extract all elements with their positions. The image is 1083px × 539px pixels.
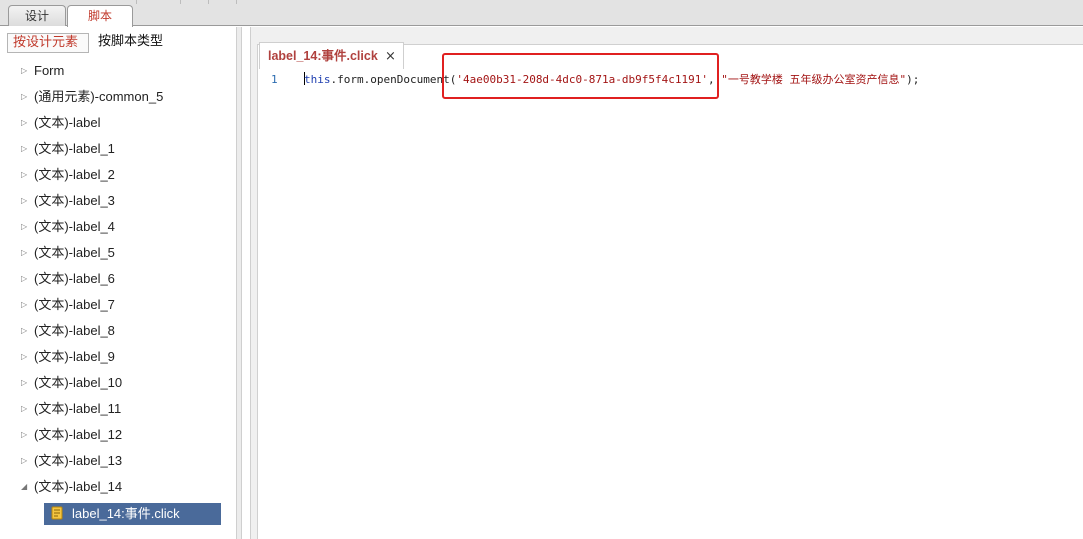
tree-node[interactable]: ▷ (文本)-label_5 [0,243,235,263]
expand-arrow-icon[interactable]: ▷ [21,113,27,133]
expand-arrow-icon[interactable]: ▷ [21,269,27,289]
code-line[interactable]: 1 this.form.openDocument('4ae00b31-208d-… [250,71,1083,89]
tab-by-script-type[interactable]: 按脚本类型 [98,33,163,53]
code-editor-surface[interactable] [257,44,1083,539]
tree-node-label: (文本)-label_4 [34,219,115,234]
tree-node[interactable]: ▷ (文本)-label_2 [0,165,235,185]
expand-arrow-icon[interactable]: ▷ [21,191,27,211]
tree-node-label: (文本)-label_7 [34,297,115,312]
tree-node-label: (文本)-label_14 [34,479,123,494]
tree-node-label: (文本)-label_2 [34,167,115,182]
editor-file-tab-label: label_14:事件.click [268,49,378,63]
expand-arrow-icon[interactable]: ▷ [21,243,27,263]
close-icon[interactable]: × [385,43,396,70]
script-scroll-icon [51,506,63,520]
tab-script[interactable]: 脚本 [67,5,133,27]
tree-node[interactable]: ▷ (文本)-label_11 [0,399,235,419]
tree-node[interactable]: ▷ (文本)-label_12 [0,425,235,445]
code-string-doc-id: '4ae00b31-208d-4dc0-871a-db9f5f4c1191' [456,73,709,86]
tree-node-label: (文本)-label_12 [34,427,123,442]
tree-node[interactable]: ▷ (文本)-label_8 [0,321,235,341]
expand-arrow-icon[interactable]: ▷ [21,61,27,81]
tree-node-label: (文本)-label_10 [34,375,123,390]
code-editor-area: label_14:事件.click × [250,27,1083,539]
tree-node[interactable]: ▷ Form [0,61,235,81]
line-number: 1 [271,73,278,86]
expand-arrow-icon[interactable]: ▷ [21,399,27,419]
tree-node[interactable]: ▷ (文本)-label_13 [0,451,235,471]
tree-node[interactable]: ▷ (文本)-label_4 [0,217,235,237]
expand-arrow-icon[interactable]: ▷ [21,295,27,315]
tree-node-label: (文本)-label_9 [34,349,115,364]
tree-node[interactable]: ▷ (通用元素)-common_5 [0,87,235,107]
collapse-arrow-icon[interactable]: ◢ [21,477,27,497]
divider [208,0,209,4]
expand-arrow-icon[interactable]: ▷ [21,347,27,367]
code-end: ); [906,73,920,86]
tree-node-selected-script[interactable]: label_14:事件.click [44,503,221,525]
code-comma: , [708,73,722,86]
editor-file-tab[interactable]: label_14:事件.click × [259,42,404,69]
code-text[interactable]: this.form.openDocument('4ae00b31-208d-4d… [304,71,919,89]
expand-arrow-icon[interactable]: ▷ [21,165,27,185]
code-string-title: "一号教学楼 五年级办公室资产信息" [721,73,907,86]
tree-node-expanded[interactable]: ◢ (文本)-label_14 [0,477,235,497]
tree-node[interactable]: ▷ (文本)-label_6 [0,269,235,289]
tree-node[interactable]: ▷ (文本)-label_7 [0,295,235,315]
tree-node[interactable]: ▷ (文本)-label_9 [0,347,235,367]
expand-arrow-icon[interactable]: ▷ [21,373,27,393]
tree-node-label: (文本)-label_13 [34,453,123,468]
tree-node[interactable]: ▷ (文本)-label [0,113,235,133]
expand-arrow-icon[interactable]: ▷ [21,425,27,445]
code-member: .form.openDocument( [330,73,457,86]
tree-node-label: (文本)-label_6 [34,271,115,286]
tree-node[interactable]: ▷ (文本)-label_10 [0,373,235,393]
code-keyword: this [304,73,331,86]
tree-node[interactable]: ▷ (文本)-label_1 [0,139,235,159]
divider [180,0,181,4]
tree-node[interactable]: ▷ (文本)-label_3 [0,191,235,211]
panel-splitter[interactable] [236,27,242,539]
expand-arrow-icon[interactable]: ▷ [21,451,27,471]
expand-arrow-icon[interactable]: ▷ [21,217,27,237]
tree-node-label: (文本)-label_8 [34,323,115,338]
tree-node-label: (文本)-label_5 [34,245,115,260]
tab-design[interactable]: 设计 [8,5,66,26]
top-tab-bar: 设计 脚本 [0,0,1083,27]
tab-by-design-element[interactable]: 按设计元素 [7,33,89,53]
tree-node-label: (文本)-label_1 [34,141,115,156]
expand-arrow-icon[interactable]: ▷ [21,87,27,107]
expand-arrow-icon[interactable]: ▷ [21,139,27,159]
divider [236,0,237,4]
script-explorer-panel: 按设计元素 按脚本类型 ▷ Form ▷ (通用元素)-common_5 ▷ (文本)… [0,27,242,539]
tree-node-label: (文本)-label_11 [34,401,122,416]
selected-script-label: label_14:事件.click [72,506,180,521]
tree-node-label: (文本)-label_3 [34,193,115,208]
tree-node-label: Form [34,63,65,78]
divider [136,0,137,4]
expand-arrow-icon[interactable]: ▷ [21,321,27,341]
tree-node-label: (通用元素)-common_5 [34,89,164,104]
tree-node-label: (文本)-label [34,115,101,130]
